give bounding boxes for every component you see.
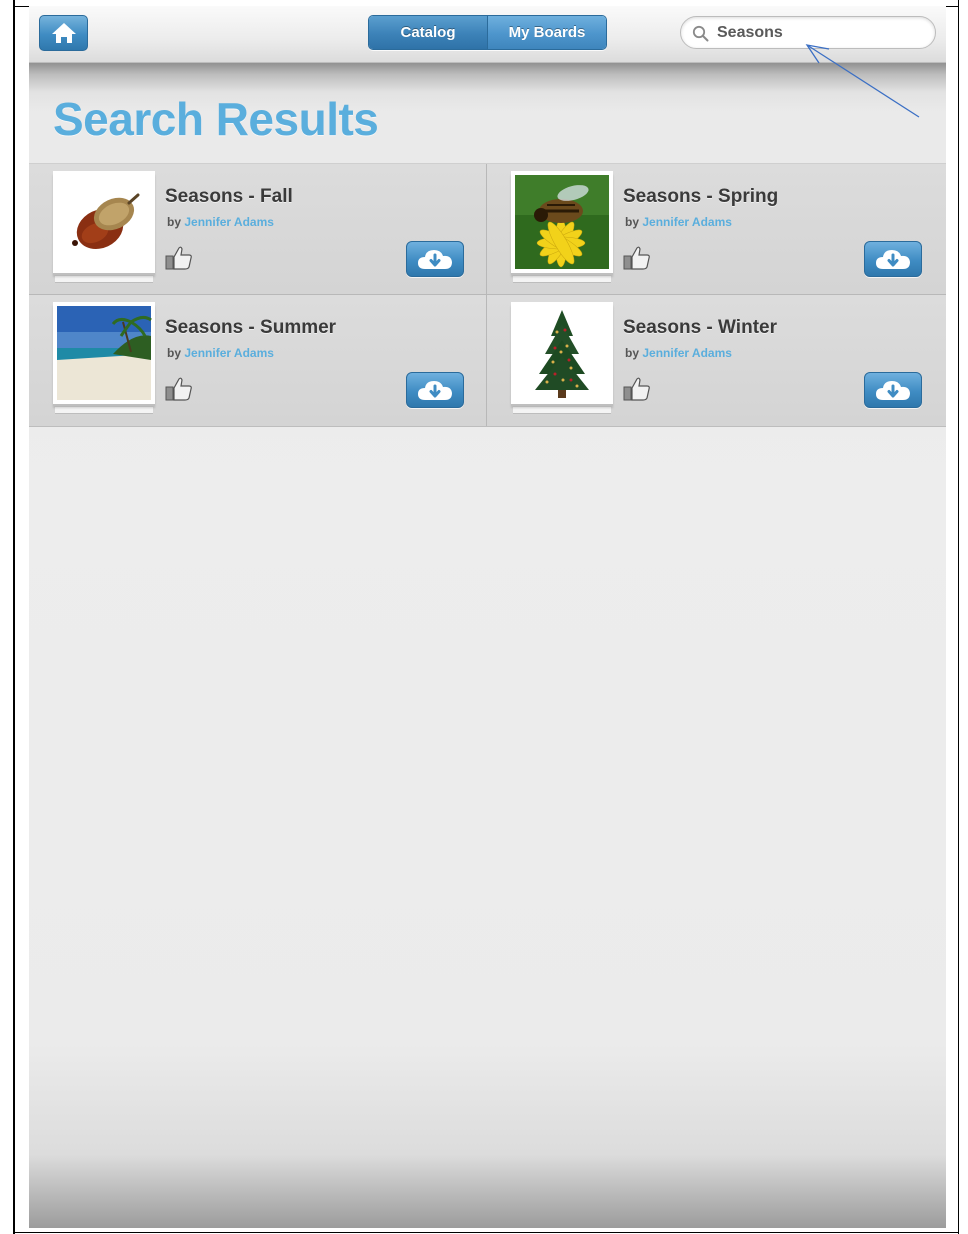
cloud-download-icon xyxy=(876,250,910,269)
thumbs-up-icon[interactable] xyxy=(164,376,194,402)
thumbs-up-icon[interactable] xyxy=(164,245,194,271)
result-title[interactable]: Seasons - Fall xyxy=(165,186,293,208)
author-link[interactable]: Jennifer Adams xyxy=(184,346,274,360)
result-card-fall[interactable]: Seasons - Fall by Jennifer Adams xyxy=(29,164,487,295)
search-icon xyxy=(692,25,709,42)
frame-line-top xyxy=(13,6,29,7)
result-byline: by Jennifer Adams xyxy=(167,346,274,360)
download-button[interactable] xyxy=(864,241,922,277)
author-link[interactable]: Jennifer Adams xyxy=(642,346,732,360)
thumb-base xyxy=(55,407,153,414)
result-byline: by Jennifer Adams xyxy=(625,346,732,360)
thumb-base xyxy=(55,276,153,283)
result-title[interactable]: Seasons - Spring xyxy=(623,186,778,208)
app-screen: Catalog My Boards Search Results xyxy=(29,6,946,1228)
author-link[interactable]: Jennifer Adams xyxy=(642,215,732,229)
download-button[interactable] xyxy=(406,372,464,408)
result-card-summer[interactable]: Seasons - Summer by Jennifer Adams xyxy=(29,295,487,426)
thumbnail-acorn xyxy=(53,171,155,273)
thumbs-up-icon[interactable] xyxy=(622,376,652,402)
thumb-base xyxy=(513,276,611,283)
page-title: Search Results xyxy=(53,93,379,145)
result-byline: by Jennifer Adams xyxy=(167,215,274,229)
tab-my-boards[interactable]: My Boards xyxy=(487,16,606,49)
search-input[interactable] xyxy=(717,22,917,44)
tab-catalog[interactable]: Catalog xyxy=(369,16,487,49)
results-grid: Seasons - Fall by Jennifer Adams Seasons… xyxy=(29,163,946,427)
annotation-arrow xyxy=(805,44,920,118)
result-title[interactable]: Seasons - Winter xyxy=(623,317,777,339)
result-title[interactable]: Seasons - Summer xyxy=(165,317,336,339)
by-label: by xyxy=(167,346,182,360)
result-byline: by Jennifer Adams xyxy=(625,215,732,229)
frame-line-top-right xyxy=(946,6,959,7)
cloud-download-icon xyxy=(418,250,452,269)
result-card-winter[interactable]: Seasons - Winter by Jennifer Adams xyxy=(487,295,946,426)
by-label: by xyxy=(625,346,640,360)
by-label: by xyxy=(625,215,640,229)
download-button[interactable] xyxy=(864,372,922,408)
thumbnail-bee xyxy=(511,171,613,273)
frame-line-left xyxy=(13,0,15,1234)
result-card-spring[interactable]: Seasons - Spring by Jennifer Adams xyxy=(487,164,946,295)
frame-line-bottom xyxy=(13,1232,959,1233)
by-label: by xyxy=(167,215,182,229)
home-icon xyxy=(51,23,76,43)
thumb-base xyxy=(513,407,611,414)
thumbs-up-icon[interactable] xyxy=(622,245,652,271)
thumbnail-christmas-tree xyxy=(511,302,613,404)
download-button[interactable] xyxy=(406,241,464,277)
thumbnail-beach xyxy=(53,302,155,404)
cloud-download-icon xyxy=(876,381,910,400)
frame-line-right xyxy=(958,0,959,1234)
home-button[interactable] xyxy=(39,15,88,51)
view-switcher: Catalog My Boards xyxy=(368,15,607,50)
cloud-download-icon xyxy=(418,381,452,400)
author-link[interactable]: Jennifer Adams xyxy=(184,215,274,229)
